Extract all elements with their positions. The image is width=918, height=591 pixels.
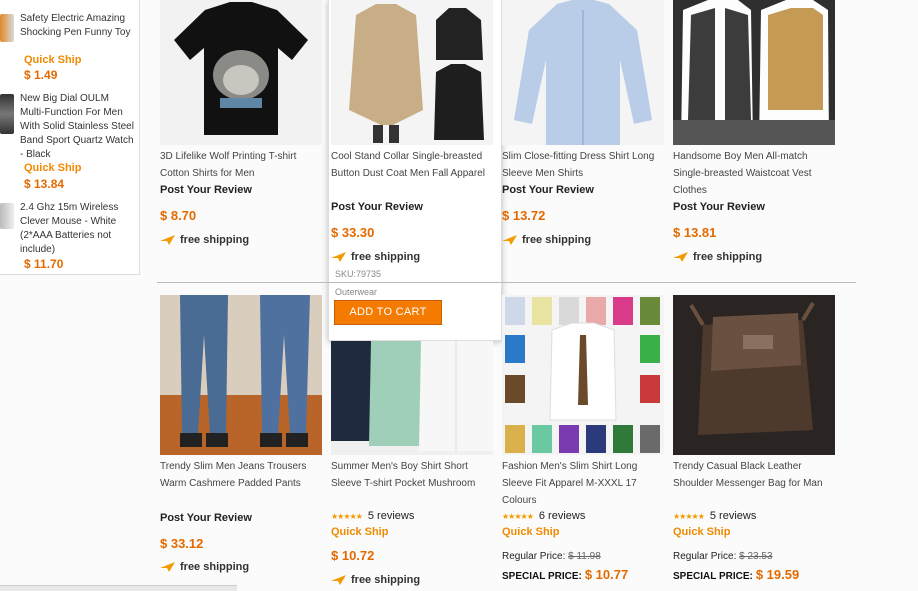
- sidebar-item[interactable]: New Big Dial OULM Multi-Function For Men…: [0, 92, 139, 192]
- regular-price-value: $ 11.98: [568, 551, 601, 562]
- regular-price: Regular Price: $ 23.53: [673, 551, 773, 562]
- sidebar-product-list: Safety Electric Amazing Shocking Pen Fun…: [0, 0, 140, 275]
- product-card[interactable]: Trendy Casual Black Leather Shoulder Mes…: [673, 295, 835, 585]
- product-price: $ 8.70: [160, 208, 197, 223]
- add-to-cart-button[interactable]: ADD TO CART: [334, 300, 442, 325]
- review-count-link[interactable]: 6 reviews: [539, 510, 585, 522]
- sidebar-item-price: $ 13.84: [24, 177, 65, 191]
- product-card[interactable]: Trendy Slim Men Jeans Trousers Warm Cash…: [160, 295, 322, 585]
- free-shipping-label: free shipping: [351, 574, 421, 587]
- product-image[interactable]: [673, 295, 835, 455]
- product-rating: ★★★★★ 5 reviews: [331, 510, 414, 522]
- product-card[interactable]: 3D Lifelike Wolf Printing T-shirt Cotton…: [160, 0, 322, 280]
- regular-price-label: Regular Price:: [673, 551, 737, 562]
- product-image[interactable]: [331, 0, 493, 145]
- rating-stars: ★★★★★: [502, 512, 534, 521]
- regular-price: Regular Price: $ 11.98: [502, 551, 601, 562]
- horizontal-scrollbar[interactable]: [0, 585, 237, 591]
- post-review-link[interactable]: Post Your Review: [160, 184, 252, 196]
- free-shipping-label: free shipping: [522, 234, 592, 247]
- product-card[interactable]: Handsome Boy Men All-match Single-breast…: [673, 0, 835, 280]
- product-sku: SKU:79735: [335, 269, 382, 279]
- post-review-link[interactable]: Post Your Review: [673, 201, 765, 213]
- post-review-link[interactable]: Post Your Review: [160, 512, 252, 524]
- free-shipping-label: free shipping: [180, 561, 250, 574]
- free-shipping-label: free shipping: [351, 251, 421, 264]
- product-category-link[interactable]: Outerwear: [335, 287, 377, 297]
- free-shipping: free shipping: [160, 561, 249, 577]
- regular-price-value: $ 23.53: [739, 551, 773, 562]
- product-image[interactable]: [502, 0, 664, 145]
- sidebar-item-title[interactable]: New Big Dial OULM Multi-Function For Men…: [20, 92, 136, 162]
- airplane-icon: [160, 562, 175, 573]
- free-shipping: free shipping: [331, 574, 420, 590]
- product-image[interactable]: [331, 341, 493, 455]
- quick-ship-label: Quick Ship: [24, 162, 82, 174]
- sidebar-item[interactable]: 2.4 Ghz 15m Wireless Clever Mouse - Whit…: [0, 201, 139, 273]
- airplane-icon: [331, 252, 346, 263]
- sidebar-item-price: $ 1.49: [24, 68, 58, 82]
- post-review-link[interactable]: Post Your Review: [502, 184, 594, 196]
- product-image[interactable]: [502, 295, 664, 455]
- product-title[interactable]: Summer Men's Boy Shirt Short Sleeve T-sh…: [331, 458, 493, 492]
- sidebar-item-thumbnail[interactable]: [0, 203, 14, 229]
- special-price-label: SPECIAL PRICE:: [502, 571, 582, 582]
- sidebar-item-title[interactable]: 2.4 Ghz 15m Wireless Clever Mouse - Whit…: [20, 201, 136, 257]
- sidebar-item-price: $ 11.70: [24, 257, 64, 271]
- product-card[interactable]: Fashion Men's Slim Shirt Long Sleeve Fit…: [502, 295, 664, 585]
- post-review-link[interactable]: Post Your Review: [331, 201, 423, 213]
- free-shipping-label: free shipping: [693, 251, 763, 264]
- quick-ship-label: Quick Ship: [24, 54, 82, 66]
- product-title[interactable]: 3D Lifelike Wolf Printing T-shirt Cotton…: [160, 148, 322, 182]
- product-rating: ★★★★★ 6 reviews: [502, 510, 585, 522]
- sidebar-item-title[interactable]: Safety Electric Amazing Shocking Pen Fun…: [20, 12, 136, 40]
- special-price: SPECIAL PRICE: $ 19.59: [673, 567, 799, 582]
- row-divider: [157, 282, 856, 283]
- regular-price-label: Regular Price:: [502, 551, 566, 562]
- quick-ship-label: Quick Ship: [673, 526, 731, 538]
- product-price: $ 33.30: [331, 225, 375, 240]
- product-title[interactable]: Slim Close-fitting Dress Shirt Long Slee…: [502, 148, 664, 182]
- product-title[interactable]: Cool Stand Collar Single-breasted Button…: [331, 148, 493, 182]
- review-count-link[interactable]: 5 reviews: [368, 510, 414, 522]
- product-image[interactable]: [160, 295, 322, 455]
- sidebar-item[interactable]: Safety Electric Amazing Shocking Pen Fun…: [0, 10, 139, 90]
- product-card[interactable]: Summer Men's Boy Shirt Short Sleeve T-sh…: [331, 341, 493, 590]
- free-shipping: free shipping: [673, 251, 762, 267]
- airplane-icon: [502, 235, 517, 246]
- sidebar-item-thumbnail[interactable]: [0, 14, 14, 42]
- airplane-icon: [160, 235, 175, 246]
- product-title[interactable]: Fashion Men's Slim Shirt Long Sleeve Fit…: [502, 458, 664, 509]
- product-card[interactable]: Cool Stand Collar Single-breasted Button…: [331, 0, 493, 280]
- product-price: $ 13.72: [502, 208, 546, 223]
- free-shipping: free shipping: [502, 234, 591, 250]
- airplane-icon: [673, 252, 688, 263]
- product-image[interactable]: [673, 0, 835, 145]
- rating-stars: ★★★★★: [331, 512, 363, 521]
- quick-ship-label: Quick Ship: [502, 526, 560, 538]
- special-price-value: $ 10.77: [584, 567, 629, 582]
- special-price-value: $ 19.59: [755, 567, 800, 582]
- product-price: $ 33.12: [160, 536, 204, 551]
- product-price: $ 13.81: [673, 225, 717, 240]
- free-shipping-label: free shipping: [180, 234, 250, 247]
- product-title[interactable]: Trendy Casual Black Leather Shoulder Mes…: [673, 458, 835, 492]
- quick-ship-label: Quick Ship: [331, 526, 389, 538]
- rating-stars: ★★★★★: [673, 512, 705, 521]
- special-price-label: SPECIAL PRICE:: [673, 571, 753, 582]
- sidebar-item-thumbnail[interactable]: [0, 94, 14, 134]
- review-count-link[interactable]: 5 reviews: [710, 510, 756, 522]
- free-shipping: free shipping: [160, 234, 249, 250]
- product-title[interactable]: Trendy Slim Men Jeans Trousers Warm Cash…: [160, 458, 322, 492]
- airplane-icon: [331, 575, 346, 586]
- free-shipping: free shipping: [331, 251, 420, 267]
- product-card[interactable]: Slim Close-fitting Dress Shirt Long Slee…: [502, 0, 664, 280]
- special-price: SPECIAL PRICE: $ 10.77: [502, 567, 628, 582]
- product-rating: ★★★★★ 5 reviews: [673, 510, 756, 522]
- product-image[interactable]: [160, 0, 322, 145]
- product-title[interactable]: Handsome Boy Men All-match Single-breast…: [673, 148, 835, 199]
- product-price: $ 10.72: [331, 548, 375, 563]
